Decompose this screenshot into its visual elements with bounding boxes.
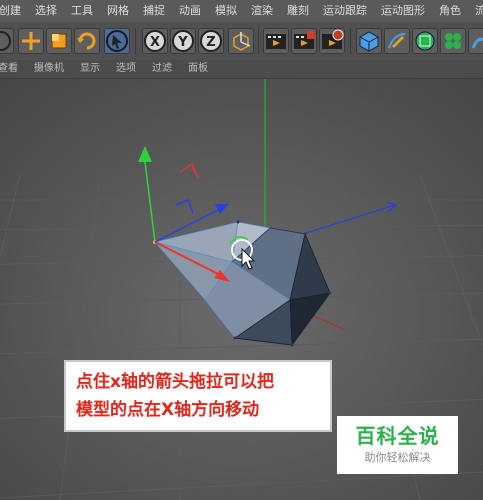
- pen-icon: [388, 33, 406, 49]
- caption-line-2: 模型的点在X轴方向移动: [76, 400, 260, 420]
- x-axis-label: X: [150, 35, 160, 50]
- menu-create[interactable]: 创建: [0, 0, 28, 22]
- coordinate-system-icon: [233, 32, 251, 51]
- menu-motion-tracking[interactable]: 运动跟踪: [316, 0, 374, 22]
- viewport-menu-display[interactable]: 显示: [72, 60, 108, 78]
- cube-object-button[interactable]: [356, 28, 382, 54]
- undo-icon: [0, 31, 11, 51]
- cube-icon: [359, 31, 379, 52]
- menu-tools[interactable]: 工具: [64, 0, 100, 22]
- y-axis-icon: Y: [172, 30, 194, 52]
- render-picture-viewer-button[interactable]: [291, 28, 317, 54]
- watermark-title: 百科全说: [355, 424, 440, 448]
- cloner-button[interactable]: [440, 28, 466, 54]
- toolbar-separator: [135, 28, 136, 54]
- render-view-button[interactable]: [263, 28, 289, 54]
- rotate-icon: [77, 32, 96, 50]
- render-picture-viewer-icon: [294, 31, 315, 49]
- viewport-menu-options[interactable]: 选项: [108, 60, 144, 78]
- subdivision-surface-button[interactable]: [412, 28, 438, 54]
- watermark-subtitle: 助你轻松解决: [364, 451, 431, 464]
- menu-select[interactable]: 选择: [28, 0, 64, 22]
- menu-simulate[interactable]: 模拟: [208, 0, 244, 22]
- watermark-logo: 百科全说 助你轻松解决: [337, 416, 458, 474]
- viewport-menu-filter[interactable]: 过滤: [144, 60, 180, 78]
- menu-snap[interactable]: 捕捉: [136, 0, 172, 22]
- deformer-icon: [471, 37, 483, 49]
- menu-character[interactable]: 角色: [432, 0, 468, 22]
- menu-sculpt[interactable]: 雕刻: [280, 0, 316, 22]
- menu-more[interactable]: 流: [468, 0, 483, 22]
- render-view-icon: [266, 34, 286, 49]
- menu-mograph[interactable]: 运动图形: [374, 0, 432, 22]
- z-axis-icon: Z: [200, 30, 222, 52]
- toolbar-separator: [350, 28, 351, 54]
- move-icon: [22, 32, 40, 50]
- viewport-menu-cameras[interactable]: 摄像机: [26, 60, 72, 78]
- toolbar-separator: [258, 28, 259, 54]
- viewport-menu: 查看 摄像机 显示 选项 过滤 面板: [0, 60, 483, 79]
- pen-spline-button[interactable]: [384, 28, 410, 54]
- y-axis-lock-button[interactable]: Y: [170, 28, 196, 54]
- move-tool-button[interactable]: [18, 28, 44, 54]
- menu-mesh[interactable]: 网格: [100, 0, 136, 22]
- scale-tool-button[interactable]: [46, 28, 72, 54]
- coordinate-system-button[interactable]: [228, 28, 254, 54]
- z-axis-lock-button[interactable]: Z: [198, 28, 224, 54]
- undo-button[interactable]: [0, 28, 14, 54]
- render-settings-icon: [322, 29, 344, 49]
- y-axis-label: Y: [177, 35, 188, 50]
- live-select-button[interactable]: [104, 28, 130, 54]
- x-axis-icon: X: [144, 30, 166, 52]
- viewport-menu-view[interactable]: 查看: [0, 60, 26, 78]
- menu-bar: 创建 选择 工具 网格 捕捉 动画 模拟 渲染 雕刻 运动跟踪 运动图形 角色 …: [0, 0, 483, 23]
- cursor-select-icon: [106, 30, 128, 52]
- rotate-tool-button[interactable]: [74, 28, 100, 54]
- subdivision-icon: [415, 31, 435, 51]
- tutorial-caption: 点住x轴的箭头拖拉可以把 模型的点在X轴方向移动: [64, 360, 332, 432]
- viewport-menu-panel[interactable]: 面板: [180, 60, 216, 78]
- menu-render[interactable]: 渲染: [244, 0, 280, 22]
- deformer-button[interactable]: [468, 28, 483, 54]
- scale-icon: [51, 33, 67, 49]
- render-settings-button[interactable]: [319, 28, 345, 54]
- x-axis-lock-button[interactable]: X: [142, 28, 168, 54]
- z-axis-label: Z: [206, 35, 215, 50]
- toolbar: X Y Z: [0, 22, 483, 61]
- menu-animate[interactable]: 动画: [172, 0, 208, 22]
- cloner-icon: [445, 33, 461, 49]
- caption-line-1: 点住x轴的箭头拖拉可以把: [76, 372, 274, 392]
